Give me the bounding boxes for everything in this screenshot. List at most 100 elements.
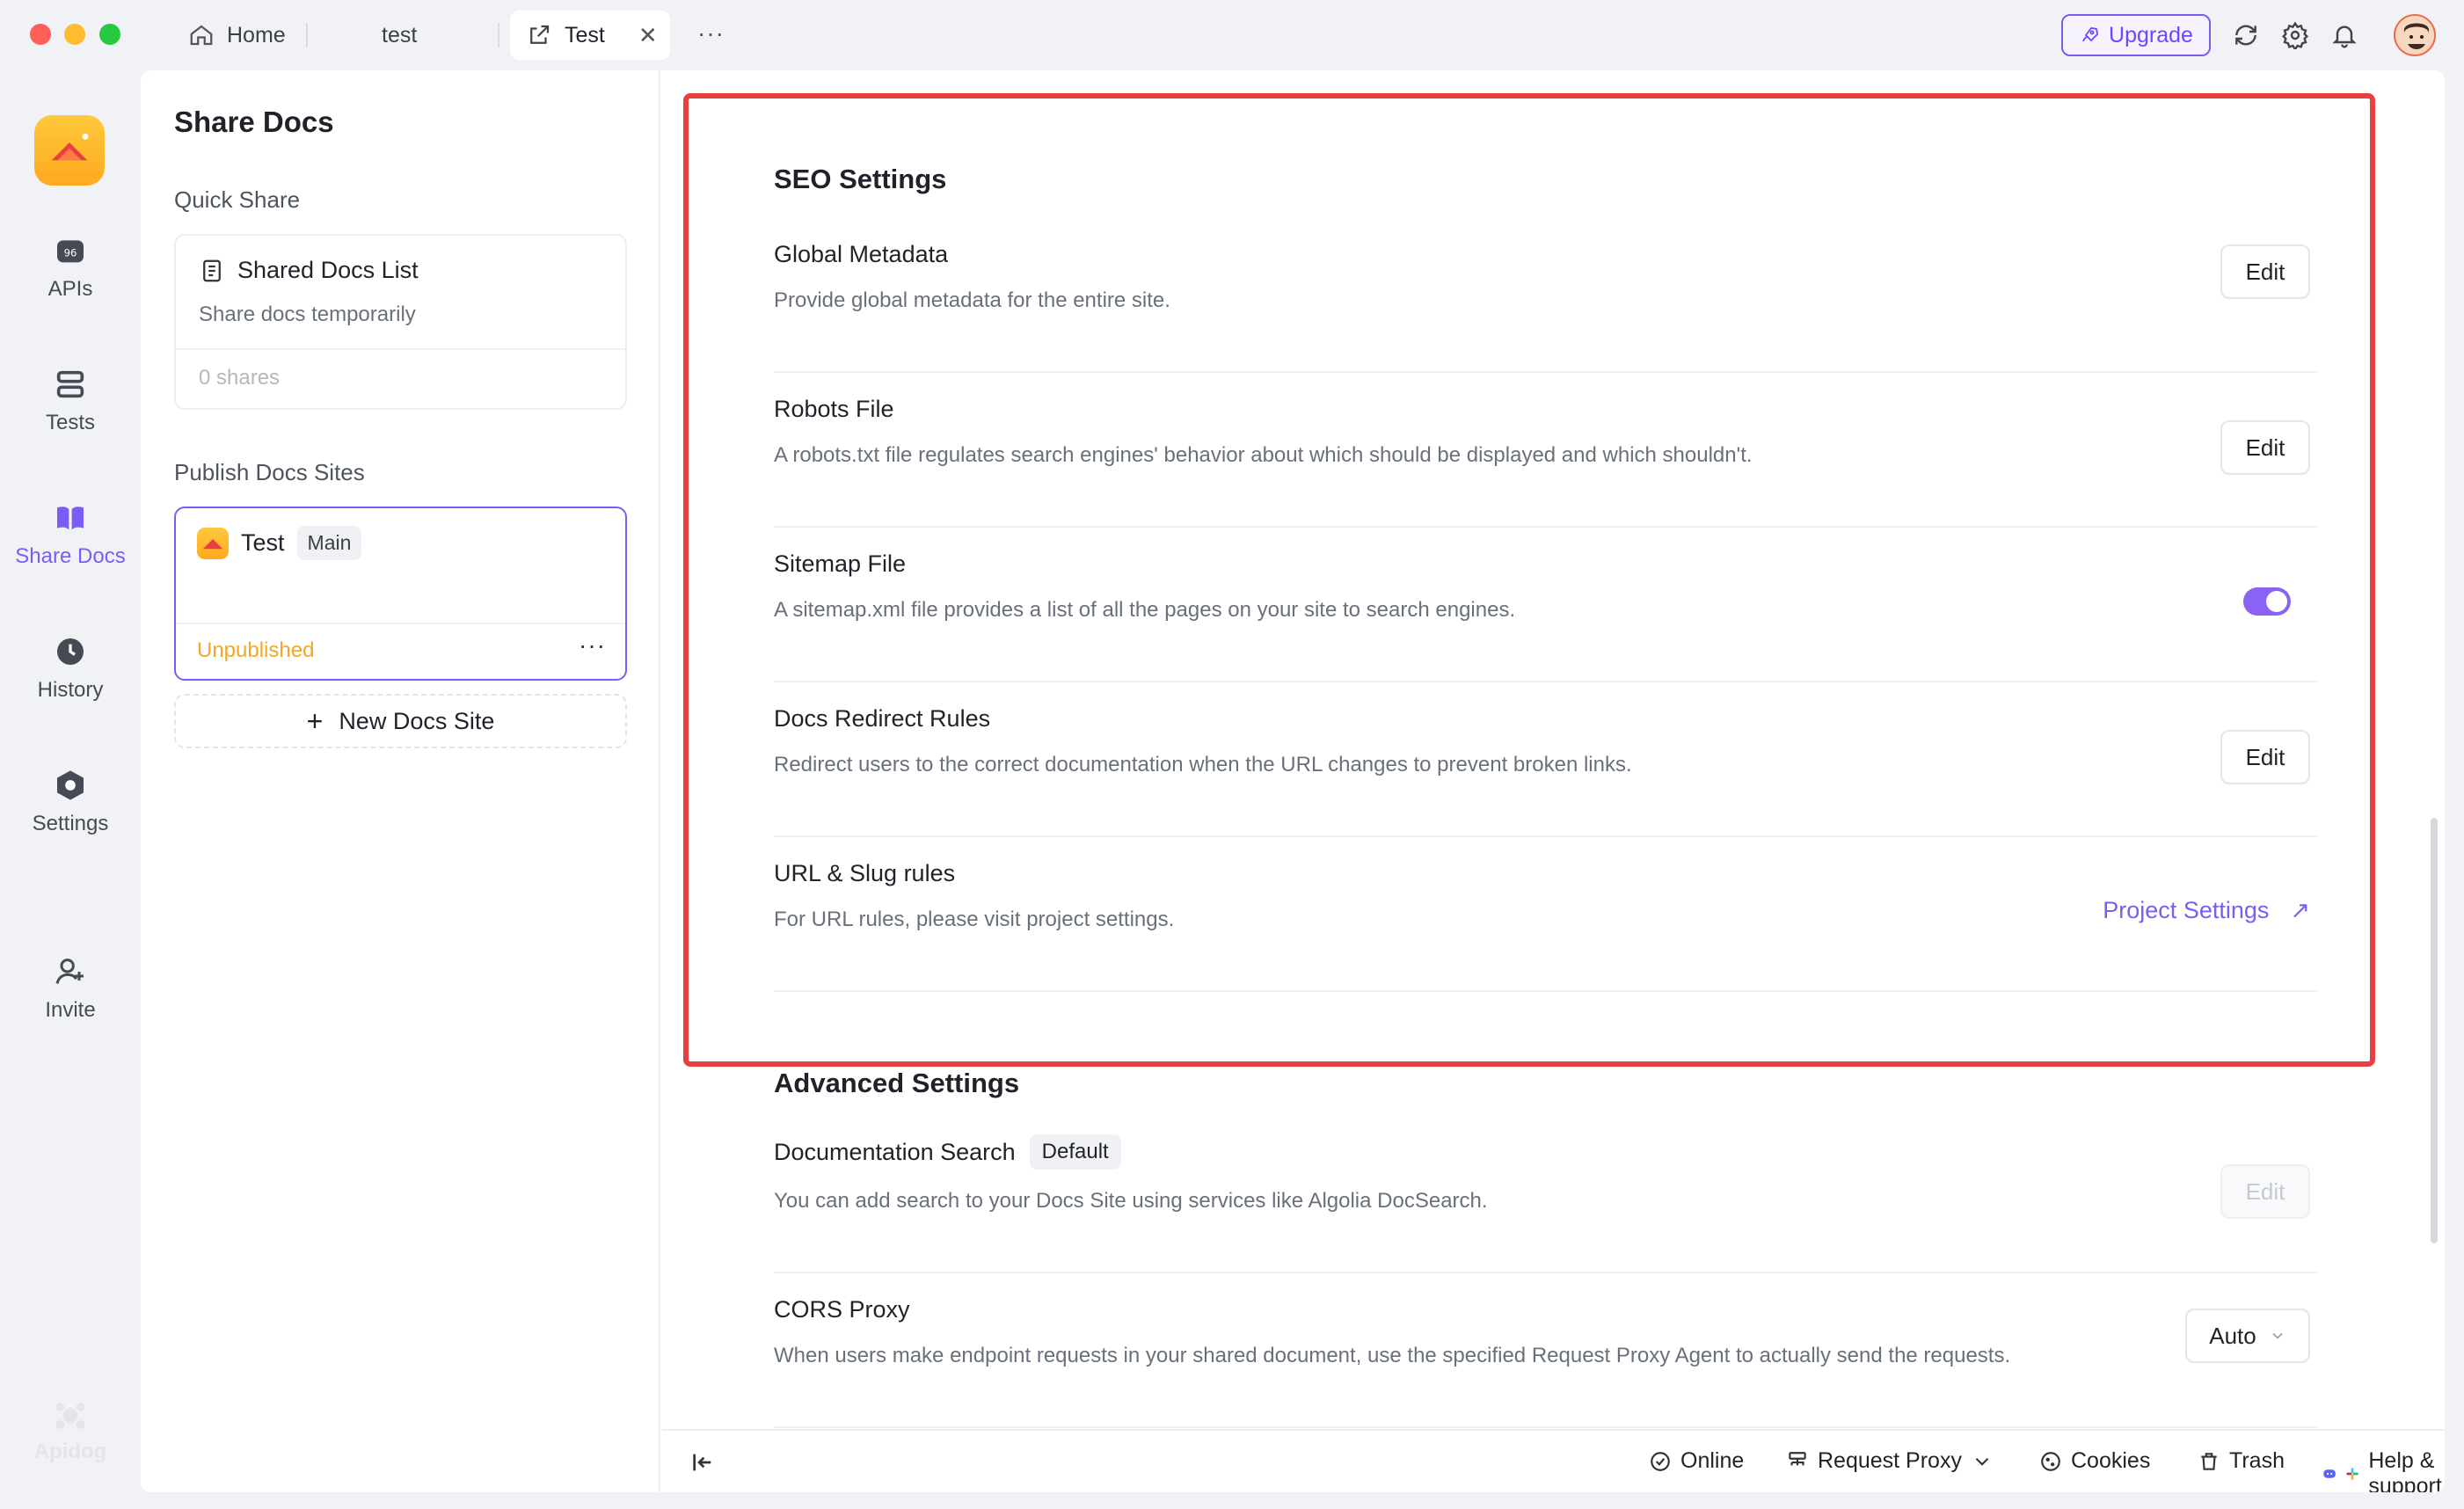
site-logo-icon — [197, 527, 229, 559]
tab-label: Test — [565, 22, 605, 47]
nav-label: Share Docs — [15, 544, 126, 568]
row-description: You can add search to your Docs Site usi… — [774, 1189, 1488, 1213]
network-icon — [1789, 1451, 1806, 1465]
slack-icon — [2346, 1468, 2359, 1480]
tab-home[interactable]: Home — [172, 11, 302, 60]
row-title: CORS Proxy — [774, 1296, 910, 1323]
shared-docs-list-subtitle: Share docs temporarily — [199, 303, 416, 326]
cors-proxy-select[interactable]: Auto — [2185, 1309, 2310, 1363]
minimize-window-button[interactable] — [64, 24, 85, 45]
tests-icon — [56, 370, 84, 398]
nav-label: Settings — [32, 812, 109, 835]
nav-share-docs[interactable]: Share Docs — [0, 500, 141, 569]
avatar[interactable] — [2394, 14, 2436, 56]
check-circle-icon — [1651, 1451, 1670, 1471]
row-title: Robots File — [774, 396, 894, 422]
cookie-icon — [2041, 1451, 2060, 1471]
nav-invite[interactable]: Invite — [0, 954, 141, 1023]
plus-icon: + — [306, 704, 324, 737]
docs-redirect-rules-row: Docs Redirect Rules Redirect users to th… — [774, 682, 2317, 837]
left-navigation: 96 APIs Tests Share Docs History Setting… — [0, 70, 141, 1509]
home-icon — [188, 22, 215, 48]
apidog-logo-icon — [55, 1403, 85, 1429]
help-support-button[interactable]: Help & support — [2322, 1448, 2445, 1492]
row-title: URL & Slug rules — [774, 860, 956, 886]
nav-history[interactable]: History — [0, 634, 141, 703]
sitemap-file-row: Sitemap File A sitemap.xml file provides… — [774, 528, 2317, 682]
more-tabs-icon[interactable]: ··· — [697, 19, 725, 47]
shared-docs-list-title: Shared Docs List — [237, 257, 419, 283]
nav-label: Tests — [45, 411, 95, 434]
url-slug-rules-row: URL & Slug rules For URL rules, please v… — [774, 837, 2317, 992]
quick-share-label: Quick Share — [174, 186, 301, 213]
settings-content: SEO Settings Global Metadata Provide glo… — [662, 70, 2445, 1429]
content-scrollbar[interactable] — [2431, 818, 2438, 1243]
discord-icon — [2323, 1469, 2336, 1478]
brand-name: Apidog — [33, 1440, 107, 1463]
refresh-icon[interactable] — [2230, 19, 2262, 51]
tab-label: Home — [227, 22, 286, 47]
shared-docs-list-card[interactable]: Shared Docs List Share docs temporarily … — [174, 234, 627, 410]
request-proxy-dropdown[interactable]: Request Proxy — [1786, 1448, 1994, 1474]
nav-settings[interactable]: Settings — [0, 768, 141, 836]
row-title: Docs Redirect Rules — [774, 705, 991, 732]
row-description: For URL rules, please visit project sett… — [774, 908, 1175, 931]
site-header: Test Main — [197, 526, 362, 560]
card-divider — [176, 348, 625, 350]
cookies-button[interactable]: Cookies — [2039, 1448, 2150, 1474]
online-status[interactable]: Online — [1649, 1448, 1744, 1474]
edit-global-metadata-button[interactable]: Edit — [2220, 244, 2310, 299]
cookies-label: Cookies — [2071, 1448, 2151, 1473]
project-logo[interactable] — [34, 115, 105, 186]
row-description: Provide global metadata for the entire s… — [774, 288, 1170, 312]
external-share-icon — [526, 22, 552, 48]
collapse-sidebar-icon[interactable] — [689, 1448, 717, 1476]
trash-button[interactable]: Trash — [2198, 1448, 2285, 1474]
add-user-icon — [55, 959, 84, 984]
sitemap-toggle[interactable] — [2243, 587, 2291, 616]
card-divider — [176, 623, 625, 624]
svg-text:96: 96 — [64, 247, 77, 259]
online-label: Online — [1680, 1448, 1745, 1473]
docs-site-card[interactable]: Test Main Unpublished ··· — [174, 507, 627, 681]
project-settings-link[interactable]: Project Settings ↗ — [2103, 897, 2310, 924]
close-window-button[interactable] — [30, 24, 51, 45]
document-icon — [203, 259, 221, 281]
default-badge: Default — [1029, 1134, 1121, 1170]
tab-share-docs-test[interactable]: Test ✕ — [510, 11, 670, 60]
tab-test[interactable]: test — [366, 11, 433, 60]
gear-icon[interactable] — [2279, 19, 2311, 51]
maximize-window-button[interactable] — [99, 24, 120, 45]
new-docs-site-button[interactable]: + New Docs Site — [174, 694, 627, 748]
cors-proxy-value: Auto — [2209, 1322, 2256, 1349]
nav-label: Invite — [45, 998, 96, 1022]
bell-icon[interactable] — [2329, 19, 2360, 51]
rocket-icon — [2082, 27, 2098, 42]
row-description: A robots.txt file regulates search engin… — [774, 443, 1753, 467]
row-description: When users make endpoint requests in you… — [774, 1344, 2011, 1367]
help-support-label: Help & support — [2368, 1448, 2442, 1492]
advanced-settings-heading: Advanced Settings — [774, 1068, 1020, 1098]
close-tab-icon[interactable]: ✕ — [638, 22, 658, 49]
api-icon: 96 — [57, 240, 84, 263]
shares-count: 0 shares — [199, 366, 281, 390]
main-panel: Share Docs Quick Share Shared Docs List … — [141, 70, 2445, 1492]
edit-documentation-search-button[interactable]: Edit — [2220, 1164, 2310, 1219]
nav-tests[interactable]: Tests — [0, 367, 141, 435]
book-icon — [57, 507, 84, 530]
row-title-text: Documentation Search — [774, 1138, 1016, 1165]
robots-file-row: Robots File A robots.txt file regulates … — [774, 373, 2317, 528]
clock-icon — [57, 638, 84, 665]
nav-apis[interactable]: 96 APIs — [0, 233, 141, 302]
upgrade-label: Upgrade — [2109, 22, 2193, 47]
documentation-search-row: Documentation Search Default You can add… — [774, 1117, 2317, 1273]
edit-redirect-rules-button[interactable]: Edit — [2220, 730, 2310, 784]
trash-label: Trash — [2229, 1448, 2285, 1473]
edit-robots-file-button[interactable]: Edit — [2220, 420, 2310, 475]
share-docs-sidebar: Share Docs Quick Share Shared Docs List … — [141, 70, 660, 1492]
upgrade-button[interactable]: Upgrade — [2061, 14, 2211, 56]
row-title: Documentation Search Default — [774, 1134, 1121, 1170]
chevron-down-icon — [2272, 1332, 2283, 1339]
project-icon — [51, 133, 89, 161]
site-more-icon[interactable]: ··· — [579, 631, 606, 660]
